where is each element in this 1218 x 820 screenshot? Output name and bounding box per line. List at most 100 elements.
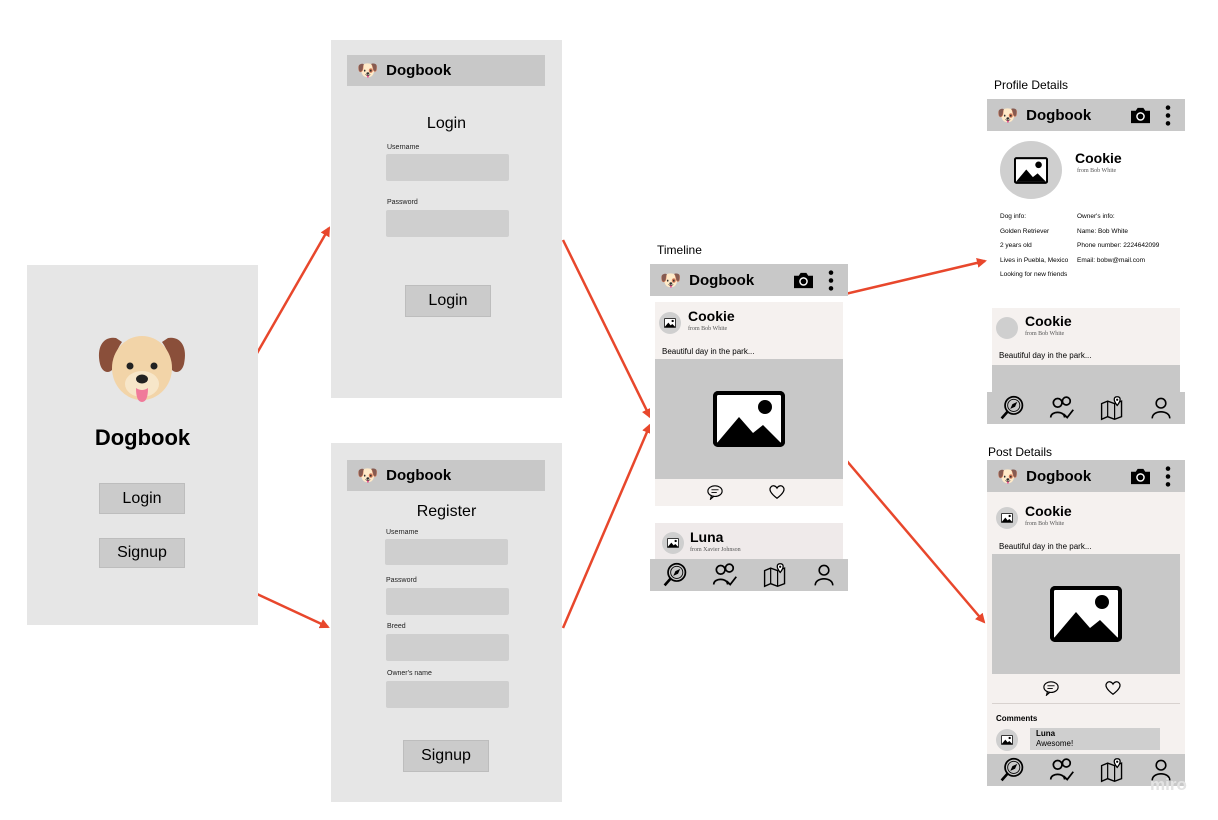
avatar[interactable] [996,507,1018,529]
username-label: Username [387,144,420,151]
comment-bubble: Luna Awesome! [1030,728,1160,750]
app-title: Dogbook [689,271,755,289]
post-image[interactable] [992,554,1180,674]
dog-icon: 🐶 [997,105,1019,125]
arrow-login-screen-to-timeline [561,239,652,419]
owner-name-input[interactable] [386,681,509,708]
explore-icon[interactable] [999,395,1025,421]
profile-icon[interactable] [1149,396,1173,420]
more-vertical-icon[interactable] [1165,466,1171,487]
image-icon [1050,586,1122,642]
post-card[interactable]: Cookie from Bob White Beautiful day in t… [992,308,1180,396]
camera-icon[interactable] [792,271,815,290]
post-owner: from Bob White [688,326,728,332]
login-heading: Login [426,115,467,132]
comment-icon[interactable] [706,484,724,500]
password-label: Password [387,199,418,206]
friends-icon[interactable] [1049,757,1075,783]
camera-icon[interactable] [1129,467,1152,486]
dog-icon: 🐶 [997,466,1019,486]
image-icon [1001,735,1013,745]
friends-icon[interactable] [712,562,738,588]
post-owner: from Bob White [1025,521,1065,527]
login-button[interactable]: Login [99,483,185,514]
map-icon[interactable] [1099,395,1125,421]
bottom-nav [650,559,848,591]
app-title: Dogbook [1026,106,1092,124]
image-icon [713,391,785,447]
profile-name: Cookie [1075,150,1122,166]
more-vertical-icon[interactable] [1165,105,1171,126]
username-input[interactable] [386,154,509,181]
explore-icon[interactable] [662,562,688,588]
post-author-name[interactable]: Luna [690,529,723,545]
bottom-nav [987,392,1185,424]
more-vertical-icon[interactable] [828,270,834,291]
app-title: Dogbook [386,467,452,484]
post-caption: Beautiful day in the park... [999,542,1092,551]
post-card[interactable]: Luna from Xavier Johnson [655,523,843,559]
dog-icon: 🐶 [660,270,682,290]
app-bar: 🐶 Dogbook [347,460,545,491]
app-bar: 🐶 Dogbook [347,55,545,86]
breed-label: Breed [387,623,406,630]
image-icon [1014,157,1048,184]
login-screen: 🐶 Dogbook Login Username Password Login [331,40,562,398]
friends-icon[interactable] [1049,395,1075,421]
post-owner: from Xavier Johnson [690,547,741,553]
map-icon[interactable] [762,562,788,588]
splash-title: Dogbook [94,425,191,450]
post-author-name[interactable]: Cookie [1025,503,1072,519]
owner-info: Owner's info: Name: Bob White Phone numb… [1077,213,1160,264]
comment-author[interactable]: Luna [1036,729,1055,738]
heart-icon[interactable] [768,484,786,500]
divider [992,703,1180,704]
password-label: Password [386,577,417,584]
avatar[interactable] [996,317,1018,339]
explore-icon[interactable] [999,757,1025,783]
password-input[interactable] [386,210,509,237]
arrow-register-screen-to-timeline [561,423,652,629]
breed-input[interactable] [386,634,509,661]
splash-screen: Dogbook Login Signup [27,265,258,625]
image-icon [664,318,676,328]
camera-icon[interactable] [1129,106,1152,125]
comments-heading: Comments [996,714,1038,723]
password-input[interactable] [386,588,509,615]
profile-icon[interactable] [812,563,836,587]
post-details-title: Post Details [988,445,1053,459]
avatar[interactable] [662,532,684,554]
app-bar: 🐶 Dogbook [987,460,1185,492]
image-icon [1001,513,1013,523]
avatar[interactable] [659,312,681,334]
post-author-name[interactable]: Cookie [688,308,735,324]
timeline-screen: 🐶 Dogbook Cookie from Bob White Beautifu… [650,264,848,591]
username-input[interactable] [385,539,508,565]
comment-text: Awesome! [1036,739,1074,748]
post-owner: from Bob White [1025,331,1065,337]
post-caption: Beautiful day in the park... [999,351,1092,360]
post-image[interactable] [655,359,843,479]
image-icon [667,538,679,548]
profile-screen: 🐶 Dogbook Cookie from Bob White Dog info… [987,99,1185,424]
heart-icon[interactable] [1104,680,1122,696]
username-label: Username [386,529,419,536]
dog-icon: 🐶 [357,466,379,485]
signup-button[interactable]: Signup [99,538,185,568]
login-submit-button[interactable]: Login [405,285,491,317]
dog-icon: 🐶 [357,61,379,80]
post-caption: Beautiful day in the park... [662,347,755,356]
post-card[interactable]: Cookie from Bob White Beautiful day in t… [655,302,843,506]
signup-submit-button[interactable]: Signup [403,740,489,772]
profile-owner: from Bob White [1077,168,1117,174]
comment-icon[interactable] [1042,680,1060,696]
timeline-title: Timeline [657,243,702,257]
post-details-screen: 🐶 Dogbook Cookie from Bob White Beautifu… [987,460,1185,786]
post-author-name[interactable]: Cookie [1025,313,1072,329]
dog-logo-icon [98,336,186,402]
profile-avatar[interactable] [1000,141,1062,199]
app-bar: 🐶 Dogbook [987,99,1185,131]
comment-avatar[interactable] [996,729,1018,751]
map-icon[interactable] [1099,757,1125,783]
app-title: Dogbook [386,62,452,79]
